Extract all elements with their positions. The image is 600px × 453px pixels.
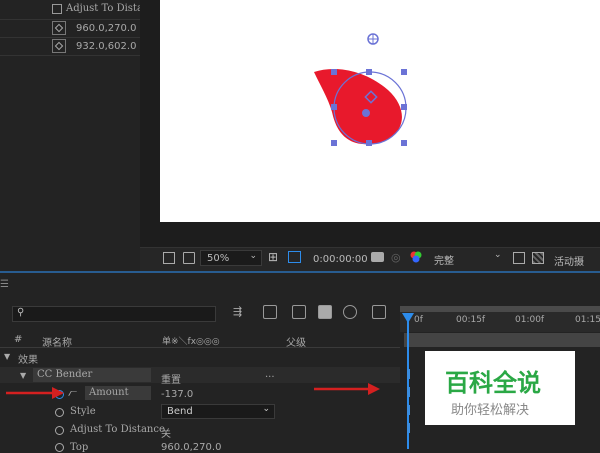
chevron-down-icon: ⌄ xyxy=(494,250,502,260)
red-shape-layer xyxy=(314,69,402,145)
work-area-bar[interactable] xyxy=(400,306,600,312)
flowchart-icon[interactable]: ⇶ xyxy=(233,305,247,319)
property-name-adjust-to-distance: Adjust To Distance xyxy=(70,424,165,435)
annotation-arrow xyxy=(314,383,380,395)
point-control-icon[interactable] xyxy=(52,21,66,35)
annotation-arrow xyxy=(6,387,64,399)
viewer-bottom-strip xyxy=(160,222,600,247)
amount-name-box: Amount xyxy=(85,386,151,400)
hamburger-menu-icon[interactable]: ☰ xyxy=(0,279,9,290)
point-control-icon[interactable] xyxy=(52,39,66,53)
property-name-top: Top xyxy=(70,442,89,453)
mask-toggle-icon[interactable] xyxy=(288,251,301,263)
center-point-icon xyxy=(362,109,370,117)
watermark-title: 百科全说 xyxy=(445,369,541,397)
ruler-label: 01:00f xyxy=(515,315,545,325)
motion-blur-icon[interactable] xyxy=(343,305,357,319)
property-name-amount: Amount xyxy=(89,387,129,398)
graph-icon[interactable]: ⦧ xyxy=(68,386,77,400)
playhead-handle-icon[interactable] xyxy=(402,313,414,323)
panel-divider xyxy=(0,37,140,38)
watermark-box: 百科全说 助你轻松解决 xyxy=(425,351,575,425)
zoom-dropdown[interactable]: 50% ⌄ xyxy=(200,250,262,266)
camera-snapshot-icon[interactable] xyxy=(371,252,384,262)
keyframe-marker[interactable] xyxy=(407,387,410,397)
hide-shy-layers-icon[interactable] xyxy=(292,305,306,319)
zoom-value: 50% xyxy=(207,253,230,264)
adjust-to-distance-checkbox[interactable] xyxy=(52,4,62,14)
color-channels-icon[interactable] xyxy=(409,250,423,264)
keyframe-marker[interactable] xyxy=(407,369,410,379)
point-value-1[interactable]: 960.0,270.0 xyxy=(76,23,136,34)
ruler-label: 01:15 xyxy=(575,315,600,325)
keyframe-marker[interactable] xyxy=(407,423,410,433)
region-of-interest-icon[interactable] xyxy=(513,252,525,264)
chevron-down-icon: ⌄ xyxy=(249,251,257,261)
composition-canvas xyxy=(314,33,407,146)
chevron-down-icon: ⌄ xyxy=(262,404,270,414)
effect-name-box[interactable]: CC Bender xyxy=(33,368,151,382)
time-ruler[interactable]: 0f 00:15f 01:00f 01:15 xyxy=(400,306,600,332)
effects-label: 效果 xyxy=(18,355,38,366)
stopwatch-icon[interactable] xyxy=(55,408,64,417)
transparency-grid-icon[interactable] xyxy=(532,252,544,264)
effect-options-dots[interactable]: ... xyxy=(265,369,275,380)
show-snapshot-icon[interactable]: ◎ xyxy=(391,251,401,264)
style-value: Bend xyxy=(167,406,193,417)
ruler-label: 00:15f xyxy=(456,315,486,325)
switches-column: 单※＼fx◎◎◎ xyxy=(162,337,220,347)
property-name-style: Style xyxy=(70,406,96,417)
effects-twirl-icon[interactable]: ▼ xyxy=(4,352,10,361)
keyframe-marker[interactable] xyxy=(407,405,410,415)
stopwatch-icon[interactable] xyxy=(55,443,64,452)
draft-3d-icon[interactable] xyxy=(263,305,277,319)
grid-icon[interactable]: ⊞ xyxy=(268,250,278,264)
resolution-dropdown[interactable]: 完整 ⌄ xyxy=(430,250,506,267)
viewer-side-strip xyxy=(140,0,160,247)
resolution-value: 完整 xyxy=(434,256,454,267)
reset-link[interactable]: 重置 xyxy=(161,371,181,386)
effect-twirl-icon[interactable]: ▼ xyxy=(20,371,26,380)
monitor-icon[interactable] xyxy=(183,252,195,264)
always-preview-icon[interactable] xyxy=(163,252,175,264)
amount-value[interactable]: -137.0 xyxy=(161,389,193,400)
top-value[interactable]: 960.0,270.0 xyxy=(161,442,221,453)
effect-name: CC Bender xyxy=(37,369,93,380)
point-value-2[interactable]: 932.0,602.0 xyxy=(76,41,136,52)
adjust-to-distance-value[interactable]: 关 xyxy=(161,425,171,440)
hash-column: # xyxy=(14,334,23,345)
source-name-column[interactable]: 源名称 xyxy=(42,334,72,349)
composition-viewer[interactable] xyxy=(160,0,600,222)
search-icon: ⚲ xyxy=(17,307,25,318)
column-header-row: # 源名称 单※＼fx◎◎◎ 父级 xyxy=(0,333,400,349)
adjust-to-distance-label: Adjust To Distan xyxy=(66,3,150,14)
camera-dropdown[interactable]: 活动摄 xyxy=(554,253,584,268)
ruler-label: 0f xyxy=(414,315,423,325)
graph-editor-icon[interactable] xyxy=(372,305,386,319)
timecode[interactable]: 0:00:00:00 xyxy=(313,254,368,265)
panel-divider xyxy=(0,19,140,20)
panel-divider xyxy=(0,55,140,56)
effect-controls-panel: Adjust To Distan 960.0,270.0 932.0,602.0 xyxy=(0,0,149,60)
layer-bar[interactable] xyxy=(404,333,600,347)
style-dropdown[interactable]: Bend ⌄ xyxy=(161,404,275,419)
frame-blending-icon[interactable] xyxy=(318,305,332,319)
timeline-search-input[interactable]: ⚲ xyxy=(12,306,216,322)
parent-column[interactable]: 父级 xyxy=(286,334,306,349)
stopwatch-icon[interactable] xyxy=(55,426,64,435)
watermark-subtitle: 助你轻松解决 xyxy=(451,403,530,418)
